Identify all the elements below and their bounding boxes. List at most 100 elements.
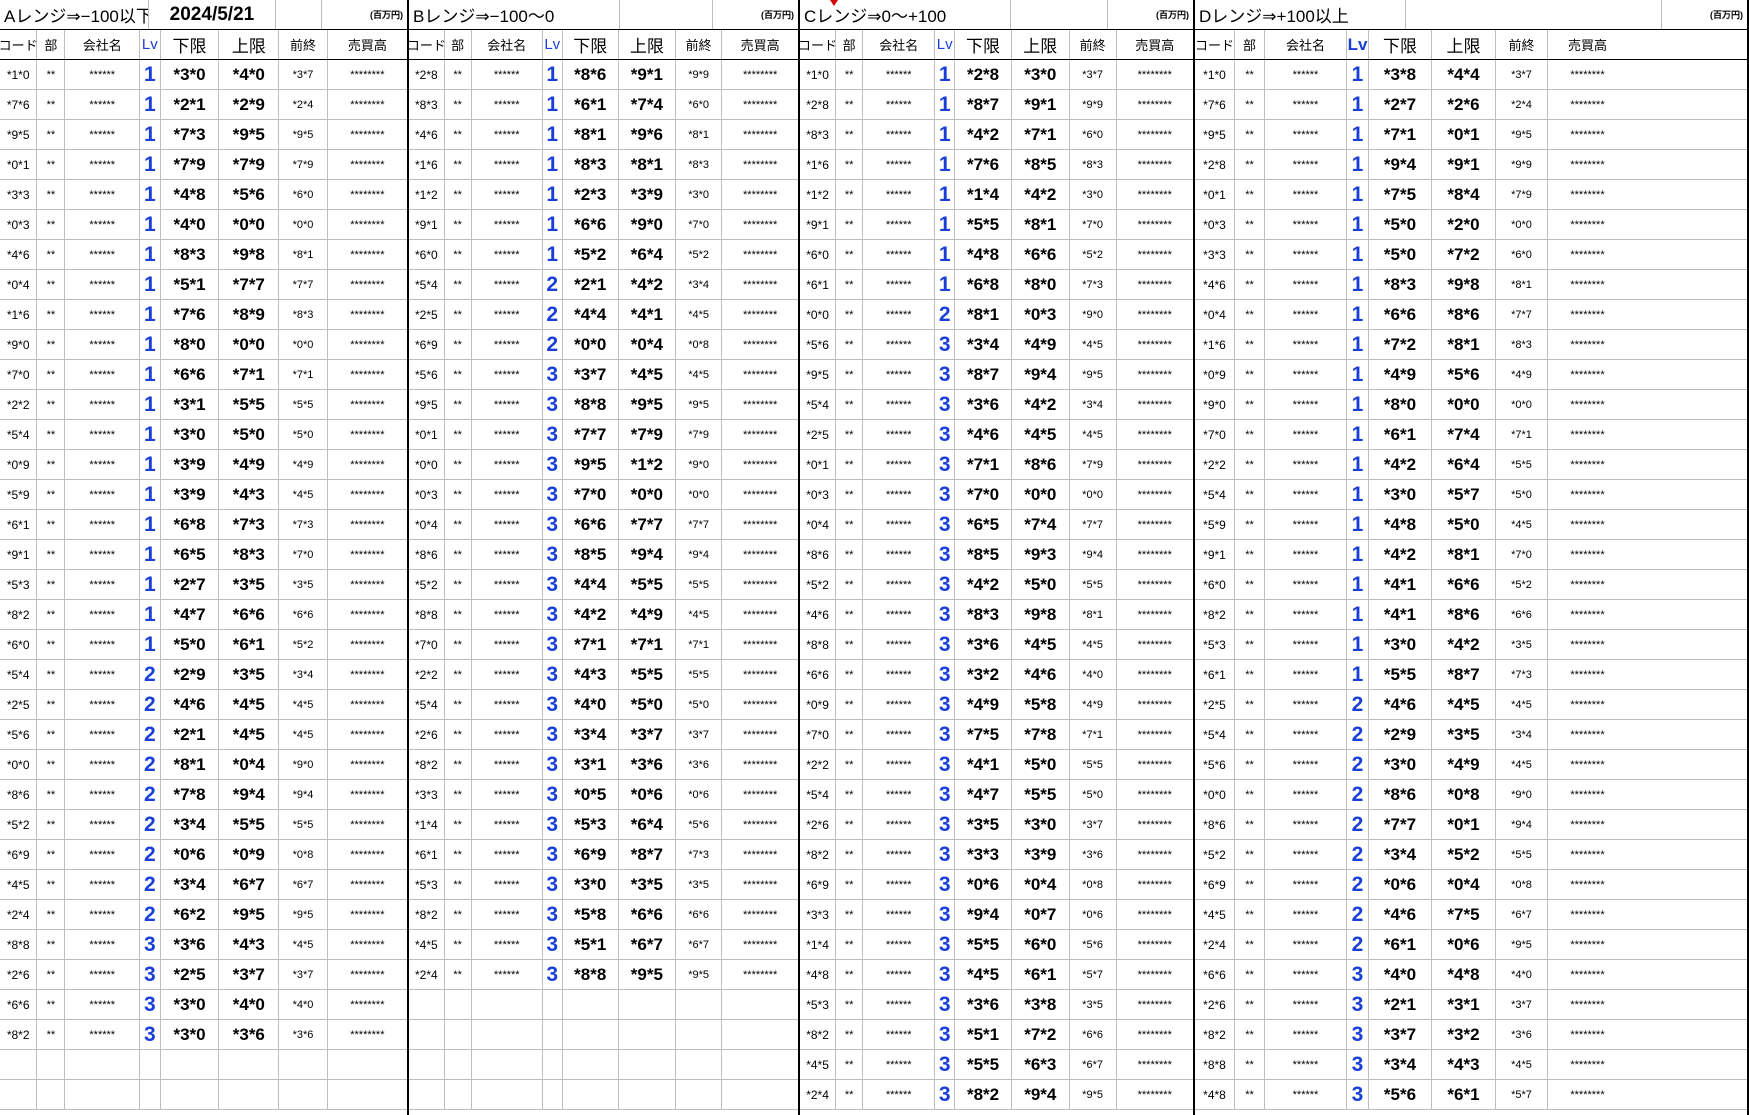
lower-limit-cell[interactable]: *3*9 [161, 480, 220, 509]
department-cell[interactable]: ** [445, 630, 472, 659]
upper-limit-cell[interactable]: *3*5 [1432, 720, 1496, 749]
department-cell[interactable]: ** [1235, 720, 1265, 749]
level-cell[interactable] [140, 1050, 161, 1079]
upper-limit-cell[interactable]: *4*5 [1432, 690, 1496, 719]
upper-limit-cell[interactable]: *9*8 [1012, 600, 1070, 629]
previous-close-cell[interactable]: *3*4 [1496, 720, 1548, 749]
column-header-bu[interactable]: 部 [445, 30, 472, 59]
trading-volume-cell[interactable]: ******** [1117, 930, 1193, 959]
department-cell[interactable]: ** [445, 150, 472, 179]
code-cell[interactable]: *0*0 [0, 750, 38, 779]
company-name-cell[interactable]: ****** [863, 570, 936, 599]
code-cell[interactable]: *2*2 [800, 750, 837, 779]
level-cell[interactable]: 1 [1347, 450, 1369, 479]
lower-limit-cell[interactable]: *3*1 [563, 750, 619, 779]
level-cell[interactable]: 3 [543, 480, 563, 509]
code-cell[interactable]: *5*6 [409, 360, 445, 389]
code-cell[interactable]: *2*8 [800, 90, 837, 119]
code-cell[interactable]: *4*6 [800, 600, 837, 629]
department-cell[interactable]: ** [836, 1020, 864, 1049]
lower-limit-cell[interactable]: *5*0 [161, 630, 220, 659]
upper-limit-cell[interactable]: *9*1 [619, 60, 676, 89]
code-cell[interactable]: *5*6 [1195, 750, 1235, 779]
previous-close-cell[interactable]: *3*4 [279, 660, 328, 689]
trading-volume-cell[interactable]: ******** [1548, 780, 1627, 809]
code-cell[interactable] [409, 1050, 445, 1079]
level-cell[interactable]: 3 [543, 840, 563, 869]
trading-volume-cell[interactable]: ******** [1117, 510, 1193, 539]
code-cell[interactable]: *5*6 [800, 330, 837, 359]
level-cell[interactable]: 1 [140, 60, 161, 89]
previous-close-cell[interactable]: *7*1 [1496, 420, 1548, 449]
department-cell[interactable]: ** [445, 570, 472, 599]
lower-limit-cell[interactable]: *4*6 [955, 420, 1012, 449]
company-name-cell[interactable]: ****** [863, 690, 936, 719]
upper-limit-cell[interactable]: *5*2 [1432, 840, 1496, 869]
upper-limit-cell[interactable] [219, 1080, 280, 1109]
department-cell[interactable]: ** [836, 660, 864, 689]
trading-volume-cell[interactable]: ******** [1117, 690, 1193, 719]
department-cell[interactable]: ** [37, 720, 66, 749]
previous-close-cell[interactable]: *3*6 [1070, 840, 1117, 869]
previous-close-cell[interactable]: *5*5 [1070, 750, 1117, 779]
department-cell[interactable]: ** [1235, 660, 1265, 689]
level-cell[interactable]: 1 [1347, 270, 1369, 299]
level-cell[interactable]: 3 [1347, 1020, 1369, 1049]
level-cell[interactable]: 3 [543, 450, 563, 479]
department-cell[interactable]: ** [836, 480, 864, 509]
code-cell[interactable]: *2*2 [0, 390, 38, 419]
lower-limit-cell[interactable]: *4*8 [955, 240, 1012, 269]
code-cell[interactable]: *0*3 [800, 480, 837, 509]
previous-close-cell[interactable] [676, 1080, 723, 1109]
lower-limit-cell[interactable]: *8*0 [1369, 390, 1432, 419]
upper-limit-cell[interactable]: *3*1 [1432, 990, 1496, 1019]
previous-close-cell[interactable]: *7*9 [676, 420, 723, 449]
previous-close-cell[interactable]: *5*0 [1070, 780, 1117, 809]
lower-limit-cell[interactable]: *4*6 [161, 690, 220, 719]
department-cell[interactable]: ** [445, 810, 472, 839]
upper-limit-cell[interactable]: *5*5 [619, 660, 676, 689]
level-cell[interactable]: 3 [543, 690, 563, 719]
upper-limit-cell[interactable]: *4*1 [619, 300, 676, 329]
lower-limit-cell[interactable]: *8*0 [161, 330, 220, 359]
code-cell[interactable]: *6*0 [409, 240, 445, 269]
upper-limit-cell[interactable] [219, 1050, 280, 1079]
trading-volume-cell[interactable]: ******** [328, 240, 407, 269]
level-cell[interactable]: 1 [1347, 360, 1369, 389]
department-cell[interactable]: ** [836, 300, 864, 329]
department-cell[interactable]: ** [836, 540, 864, 569]
company-name-cell[interactable]: ****** [472, 870, 543, 899]
upper-limit-cell[interactable]: *3*6 [219, 1020, 280, 1049]
upper-limit-cell[interactable]: *2*0 [1432, 210, 1496, 239]
department-cell[interactable]: ** [37, 60, 66, 89]
level-cell[interactable] [543, 1050, 563, 1079]
level-cell[interactable]: 3 [935, 960, 956, 989]
code-cell[interactable]: *9*0 [1195, 390, 1235, 419]
department-cell[interactable]: ** [1235, 990, 1265, 1019]
trading-volume-cell[interactable]: ******** [1117, 360, 1193, 389]
code-cell[interactable]: *7*0 [1195, 420, 1235, 449]
code-cell[interactable]: *0*3 [1195, 210, 1235, 239]
lower-limit-cell[interactable]: *8*8 [563, 390, 619, 419]
previous-close-cell[interactable]: *5*5 [1496, 450, 1548, 479]
trading-volume-cell[interactable]: ******** [1117, 960, 1193, 989]
previous-close-cell[interactable]: *9*9 [1496, 150, 1548, 179]
upper-limit-cell[interactable]: *4*0 [219, 990, 280, 1019]
department-cell[interactable]: ** [836, 1050, 864, 1079]
company-name-cell[interactable]: ****** [472, 630, 543, 659]
company-name-cell[interactable]: ****** [65, 570, 141, 599]
trading-volume-cell[interactable]: ******** [1548, 180, 1627, 209]
code-cell[interactable]: *8*3 [800, 120, 837, 149]
trading-volume-cell[interactable]: ******** [1117, 570, 1193, 599]
previous-close-cell[interactable]: *2*4 [1496, 90, 1548, 119]
previous-close-cell[interactable]: *2*4 [279, 90, 328, 119]
level-cell[interactable]: 1 [140, 90, 161, 119]
company-name-cell[interactable]: ****** [472, 600, 543, 629]
department-cell[interactable]: ** [37, 180, 66, 209]
unit-label[interactable]: (百万円) [713, 0, 798, 29]
trading-volume-cell[interactable]: ******** [1548, 510, 1627, 539]
code-cell[interactable]: *7*0 [800, 720, 837, 749]
level-cell[interactable]: 1 [1347, 330, 1369, 359]
department-cell[interactable]: ** [1235, 930, 1265, 959]
trading-volume-cell[interactable]: ******** [722, 690, 798, 719]
